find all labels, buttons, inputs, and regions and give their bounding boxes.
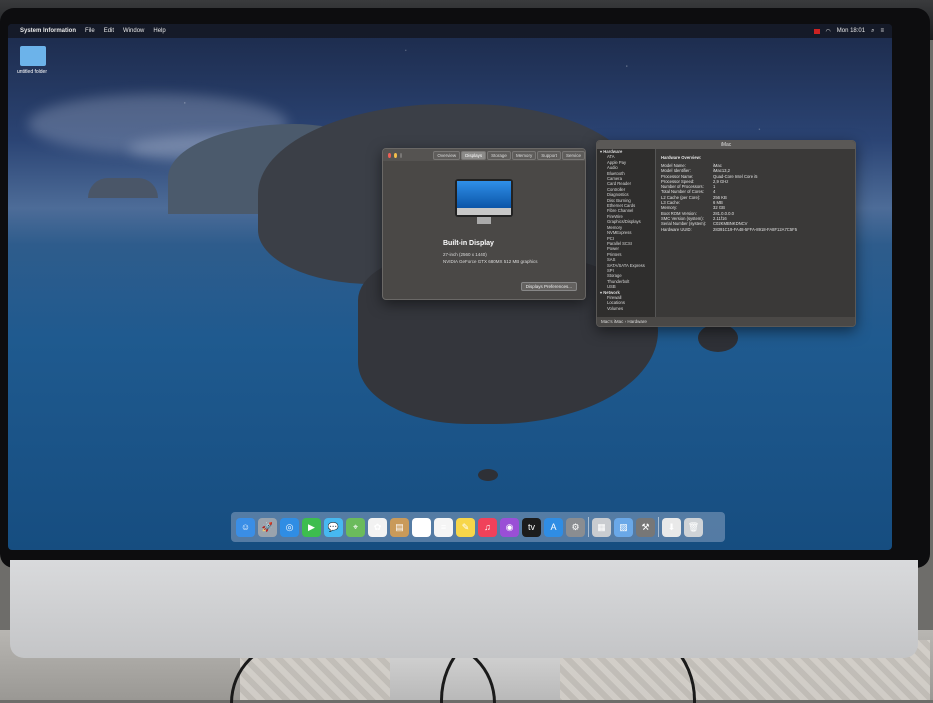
- tools-icon[interactable]: ⚒: [636, 517, 655, 537]
- folder-icon[interactable]: [20, 46, 46, 66]
- messages-icon[interactable]: 💬: [324, 517, 343, 537]
- contacts-icon[interactable]: ▤: [390, 517, 409, 537]
- input-source-icon[interactable]: [813, 28, 820, 34]
- dock-separator: [588, 517, 589, 537]
- dock: ☺ 🚀 ◎ ▶ 💬 ⌖ ✿ ▤ 27 ≡ ✎ ♫ ◉ tv A ⚙ ▦ ▨ ⚒ ⬇ 🗑: [231, 512, 725, 542]
- sidebar-item[interactable]: Volumes: [597, 306, 655, 311]
- minimize-button[interactable]: [393, 152, 397, 158]
- menu-bar: System Information File Edit Window Help…: [8, 24, 892, 38]
- imac-stand-icon: [477, 217, 491, 224]
- display-title: Built-in Display: [443, 240, 494, 247]
- monitor-bezel: System Information File Edit Window Help…: [0, 8, 930, 568]
- podcasts-icon[interactable]: ◉: [500, 517, 519, 537]
- safari-icon[interactable]: ◎: [280, 517, 299, 537]
- close-button[interactable]: [388, 152, 391, 158]
- rock: [478, 469, 498, 481]
- menu-app-name[interactable]: System Information: [20, 28, 76, 34]
- window-titlebar: Overview Displays Storage Memory Support…: [383, 149, 585, 161]
- detail-pane: Hardware Overview: Model Name: iMac Model …: [661, 155, 797, 232]
- system-preferences-icon[interactable]: ⚙: [566, 517, 585, 537]
- tab-displays[interactable]: Displays: [461, 150, 487, 160]
- display-graphics: NVIDIA GeForce GTX 680MX 512 MB graphics: [443, 259, 538, 264]
- displays-preferences-button[interactable]: Displays Preferences...: [520, 282, 577, 291]
- detail-value: 28391C19-FA48-5FFA-8918-FA8F12A7C5F5: [713, 226, 798, 232]
- facetime-icon[interactable]: ▶: [302, 517, 321, 537]
- menu-help[interactable]: Help: [153, 28, 165, 34]
- screen: System Information File Edit Window Help…: [8, 24, 892, 550]
- display-resolution: 27-inch (2560 x 1440): [443, 252, 487, 257]
- sidebar: ▾ Hardware ATA Apple Pay Audio Bluetooth Came…: [597, 149, 656, 317]
- distant-island: [88, 178, 158, 198]
- preview-icon[interactable]: ▨: [614, 517, 633, 537]
- monitor-chin: [10, 560, 918, 658]
- photos-icon[interactable]: ✿: [368, 517, 387, 537]
- tab-service[interactable]: Service: [561, 150, 585, 160]
- control-center-icon[interactable]: ≡: [880, 28, 884, 34]
- search-icon[interactable]: ⌕: [871, 28, 874, 35]
- clock[interactable]: Mon 18:01: [837, 28, 865, 34]
- music-icon[interactable]: ♫: [478, 517, 497, 537]
- notes-icon[interactable]: ✎: [456, 517, 475, 537]
- tab-support[interactable]: Support: [537, 150, 561, 160]
- detail-row: Hardware UUID: 28391C19-FA48-5FFA-8918-FA…: [661, 227, 797, 232]
- dock-separator: [658, 517, 659, 537]
- maps-icon[interactable]: ⌖: [346, 517, 365, 537]
- detail-key: Hardware UUID:: [661, 226, 692, 232]
- tab-overview[interactable]: Overview: [433, 150, 461, 160]
- status-area: ◠ Mon 18:01 ⌕ ≡: [813, 28, 893, 35]
- zoom-button[interactable]: [399, 152, 403, 158]
- tv-icon[interactable]: tv: [522, 517, 541, 537]
- rock: [698, 324, 738, 352]
- detail-list: Model Name: iMac Model Identifier: iMac13,2…: [661, 163, 797, 232]
- wifi-icon[interactable]: ◠: [826, 28, 831, 35]
- folder-label: untitled folder: [16, 69, 48, 75]
- launchpad-icon[interactable]: 🚀: [258, 517, 277, 537]
- tab-storage[interactable]: Storage: [487, 150, 511, 160]
- tab-bar: Overview Displays Storage Memory Support…: [433, 150, 585, 160]
- window-title: iMac: [597, 141, 855, 149]
- app-store-icon[interactable]: A: [544, 517, 563, 537]
- system-information-window: iMac ▾ Hardware ATA Apple Pay Audio Bluetoot…: [596, 140, 856, 327]
- finder-icon[interactable]: ☺: [236, 517, 255, 537]
- detail-heading: Hardware Overview:: [661, 155, 702, 160]
- imac-display-icon: [455, 179, 513, 217]
- tab-memory[interactable]: Memory: [511, 150, 537, 160]
- trash-icon[interactable]: 🗑: [684, 517, 703, 537]
- menu-window[interactable]: Window: [123, 28, 144, 34]
- calendar-icon[interactable]: 27: [412, 517, 431, 537]
- system-information-icon[interactable]: ▦: [592, 517, 611, 537]
- about-this-mac-window: Overview Displays Storage Memory Support…: [382, 148, 586, 300]
- downloads-icon[interactable]: ⬇: [662, 517, 681, 537]
- reminders-icon[interactable]: ≡: [434, 517, 453, 537]
- menu-file[interactable]: File: [85, 28, 95, 34]
- breadcrumb: Mac's iMac › Hardware: [597, 317, 855, 326]
- menu-edit[interactable]: Edit: [104, 28, 114, 34]
